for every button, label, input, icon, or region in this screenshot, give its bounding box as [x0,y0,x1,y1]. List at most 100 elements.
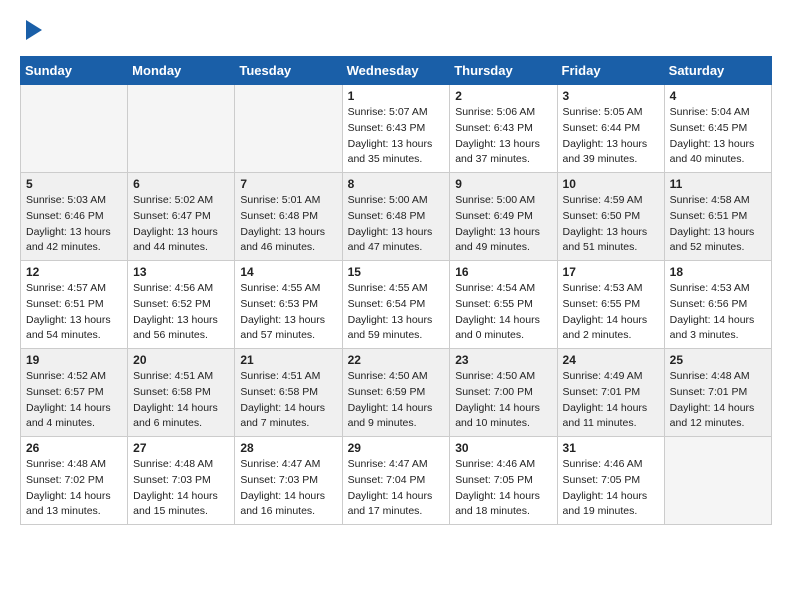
day-info: Sunrise: 5:04 AM Sunset: 6:45 PM Dayligh… [670,105,766,168]
day-number: 17 [563,265,659,279]
day-info: Sunrise: 5:00 AM Sunset: 6:49 PM Dayligh… [455,193,551,256]
col-header-saturday: Saturday [664,57,771,85]
day-cell: 26 Sunrise: 4:48 AM Sunset: 7:02 PM Dayli… [21,437,128,525]
day-cell: 3 Sunrise: 5:05 AM Sunset: 6:44 PM Daylig… [557,85,664,173]
day-info: Sunrise: 4:50 AM Sunset: 6:59 PM Dayligh… [348,369,445,432]
col-header-monday: Monday [128,57,235,85]
col-header-wednesday: Wednesday [342,57,450,85]
day-cell: 22 Sunrise: 4:50 AM Sunset: 6:59 PM Dayli… [342,349,450,437]
day-number: 8 [348,177,445,191]
day-info: Sunrise: 4:47 AM Sunset: 7:04 PM Dayligh… [348,457,445,520]
day-info: Sunrise: 4:49 AM Sunset: 7:01 PM Dayligh… [563,369,659,432]
day-number: 9 [455,177,551,191]
day-number: 29 [348,441,445,455]
day-info: Sunrise: 5:06 AM Sunset: 6:43 PM Dayligh… [455,105,551,168]
day-number: 27 [133,441,229,455]
day-cell: 20 Sunrise: 4:51 AM Sunset: 6:58 PM Dayli… [128,349,235,437]
day-cell [128,85,235,173]
day-info: Sunrise: 4:48 AM Sunset: 7:02 PM Dayligh… [26,457,122,520]
day-cell: 10Sunrise: 4:59 AM Sunset: 6:50 PM Dayli… [557,173,664,261]
col-header-friday: Friday [557,57,664,85]
day-info: Sunrise: 4:51 AM Sunset: 6:58 PM Dayligh… [133,369,229,432]
day-info: Sunrise: 5:07 AM Sunset: 6:43 PM Dayligh… [348,105,445,168]
day-number: 21 [240,353,336,367]
day-number: 6 [133,177,229,191]
day-cell: 9 Sunrise: 5:00 AM Sunset: 6:49 PM Daylig… [450,173,557,261]
day-number: 1 [348,89,445,103]
day-cell: 15 Sunrise: 4:55 AM Sunset: 6:54 PM Dayli… [342,261,450,349]
day-info: Sunrise: 5:03 AM Sunset: 6:46 PM Dayligh… [26,193,122,256]
day-cell: 25 Sunrise: 4:48 AM Sunset: 7:01 PM Dayli… [664,349,771,437]
day-cell: 13 Sunrise: 4:56 AM Sunset: 6:52 PM Dayli… [128,261,235,349]
day-number: 22 [348,353,445,367]
day-number: 10 [563,177,659,191]
week-row-2: 5 Sunrise: 5:03 AM Sunset: 6:46 PM Daylig… [21,173,772,261]
day-info: Sunrise: 4:52 AM Sunset: 6:57 PM Dayligh… [26,369,122,432]
day-number: 13 [133,265,229,279]
day-cell: 1 Sunrise: 5:07 AM Sunset: 6:43 PM Daylig… [342,85,450,173]
day-cell: 2Sunrise: 5:06 AM Sunset: 6:43 PM Daylig… [450,85,557,173]
day-number: 14 [240,265,336,279]
day-number: 19 [26,353,122,367]
week-row-3: 12 Sunrise: 4:57 AM Sunset: 6:51 PM Dayli… [21,261,772,349]
day-cell: 24 Sunrise: 4:49 AM Sunset: 7:01 PM Dayli… [557,349,664,437]
day-number: 12 [26,265,122,279]
day-cell: 12 Sunrise: 4:57 AM Sunset: 6:51 PM Dayli… [21,261,128,349]
day-number: 26 [26,441,122,455]
day-info: Sunrise: 5:02 AM Sunset: 6:47 PM Dayligh… [133,193,229,256]
day-number: 28 [240,441,336,455]
day-info: Sunrise: 4:50 AM Sunset: 7:00 PM Dayligh… [455,369,551,432]
day-cell: 31Sunrise: 4:46 AM Sunset: 7:05 PM Dayli… [557,437,664,525]
day-number: 3 [563,89,659,103]
day-cell [235,85,342,173]
col-header-thursday: Thursday [450,57,557,85]
day-cell [21,85,128,173]
day-info: Sunrise: 5:05 AM Sunset: 6:44 PM Dayligh… [563,105,659,168]
day-number: 25 [670,353,766,367]
logo-arrow-icon [26,20,42,40]
day-number: 7 [240,177,336,191]
day-cell: 11 Sunrise: 4:58 AM Sunset: 6:51 PM Dayli… [664,173,771,261]
day-info: Sunrise: 5:00 AM Sunset: 6:48 PM Dayligh… [348,193,445,256]
day-info: Sunrise: 4:46 AM Sunset: 7:05 PM Dayligh… [455,457,551,520]
day-info: Sunrise: 4:57 AM Sunset: 6:51 PM Dayligh… [26,281,122,344]
day-info: Sunrise: 4:55 AM Sunset: 6:54 PM Dayligh… [348,281,445,344]
day-info: Sunrise: 4:46 AM Sunset: 7:05 PM Dayligh… [563,457,659,520]
day-cell: 21 Sunrise: 4:51 AM Sunset: 6:58 PM Dayli… [235,349,342,437]
day-cell: 29 Sunrise: 4:47 AM Sunset: 7:04 PM Dayli… [342,437,450,525]
day-info: Sunrise: 4:55 AM Sunset: 6:53 PM Dayligh… [240,281,336,344]
day-cell: 16 Sunrise: 4:54 AM Sunset: 6:55 PM Dayli… [450,261,557,349]
page-header [20,20,772,40]
day-info: Sunrise: 4:54 AM Sunset: 6:55 PM Dayligh… [455,281,551,344]
day-number: 4 [670,89,766,103]
day-number: 5 [26,177,122,191]
day-cell: 6 Sunrise: 5:02 AM Sunset: 6:47 PM Daylig… [128,173,235,261]
week-row-4: 19 Sunrise: 4:52 AM Sunset: 6:57 PM Dayli… [21,349,772,437]
day-info: Sunrise: 4:56 AM Sunset: 6:52 PM Dayligh… [133,281,229,344]
day-cell: 4 Sunrise: 5:04 AM Sunset: 6:45 PM Daylig… [664,85,771,173]
day-info: Sunrise: 4:58 AM Sunset: 6:51 PM Dayligh… [670,193,766,256]
day-info: Sunrise: 4:48 AM Sunset: 7:03 PM Dayligh… [133,457,229,520]
day-cell [664,437,771,525]
day-cell: 18Sunrise: 4:53 AM Sunset: 6:56 PM Dayli… [664,261,771,349]
week-row-5: 26 Sunrise: 4:48 AM Sunset: 7:02 PM Dayli… [21,437,772,525]
day-cell: 23Sunrise: 4:50 AM Sunset: 7:00 PM Dayli… [450,349,557,437]
col-header-tuesday: Tuesday [235,57,342,85]
day-info: Sunrise: 4:51 AM Sunset: 6:58 PM Dayligh… [240,369,336,432]
day-cell: 27 Sunrise: 4:48 AM Sunset: 7:03 PM Dayli… [128,437,235,525]
day-number: 20 [133,353,229,367]
day-number: 11 [670,177,766,191]
day-cell: 7Sunrise: 5:01 AM Sunset: 6:48 PM Daylig… [235,173,342,261]
header-row: SundayMondayTuesdayWednesdayThursdayFrid… [21,57,772,85]
day-info: Sunrise: 4:48 AM Sunset: 7:01 PM Dayligh… [670,369,766,432]
col-header-sunday: Sunday [21,57,128,85]
day-cell: 30Sunrise: 4:46 AM Sunset: 7:05 PM Dayli… [450,437,557,525]
day-number: 16 [455,265,551,279]
day-number: 15 [348,265,445,279]
day-cell: 5 Sunrise: 5:03 AM Sunset: 6:46 PM Daylig… [21,173,128,261]
logo [20,20,42,40]
day-cell: 19 Sunrise: 4:52 AM Sunset: 6:57 PM Dayli… [21,349,128,437]
day-cell: 14 Sunrise: 4:55 AM Sunset: 6:53 PM Dayli… [235,261,342,349]
day-number: 24 [563,353,659,367]
day-cell: 8 Sunrise: 5:00 AM Sunset: 6:48 PM Daylig… [342,173,450,261]
